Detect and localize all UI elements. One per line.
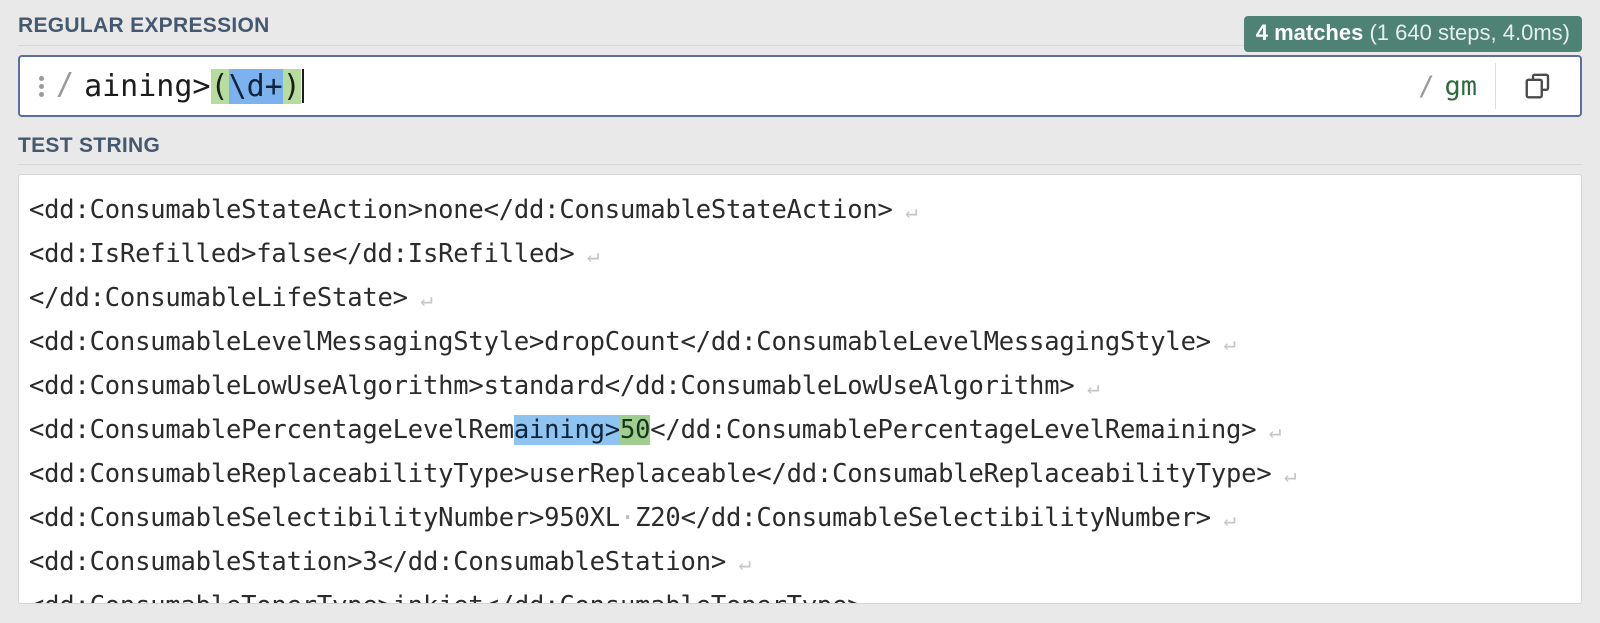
code-segment-plain: <dd:ConsumablePercentageLevelRem: [29, 415, 514, 445]
test-string-line: <dd:ConsumableStation>3</dd:ConsumableSt…: [29, 541, 1571, 585]
code-segment-plain: </dd:ConsumableLifeState>: [29, 283, 408, 313]
code-segment-plain: <dd:ConsumableLowUseAlgorithm>standard</…: [29, 371, 1075, 401]
test-string-section-header: TEST STRING: [18, 117, 1582, 165]
test-string-line: <dd:ConsumableLowUseAlgorithm>standard</…: [29, 365, 1571, 409]
code-segment-plain: <dd:ConsumableTonerType>inkjet</dd:Consu…: [29, 591, 863, 603]
copy-icon: [1523, 71, 1553, 101]
test-string-line: <dd:ConsumableStateAction>none</dd:Consu…: [29, 189, 1571, 233]
regex-token-char-class: \d+: [228, 68, 283, 104]
code-segment-plain: <dd:ConsumableStation>3</dd:ConsumableSt…: [29, 547, 727, 577]
newline-glyph: ↵: [574, 243, 600, 267]
test-string-line: <dd:ConsumableReplaceabilityType>userRep…: [29, 453, 1571, 497]
code-segment-plain: </dd:ConsumablePercentageLevelRemaining>: [650, 415, 1257, 445]
newline-glyph: ↵: [1210, 331, 1236, 355]
regex-flags[interactable]: gm: [1444, 71, 1477, 102]
regex-token-literal: aining>: [84, 68, 211, 104]
code-segment-plain: <dd:ConsumableSelectibilityNumber>950XL: [29, 503, 620, 533]
test-string-line: </dd:ConsumableLifeState> ↵: [29, 277, 1571, 321]
regex-input[interactable]: aining>(\d+): [74, 57, 1418, 115]
code-segment-plain: <dd:ConsumableStateAction>none</dd:Consu…: [29, 195, 893, 225]
code-segment-plain: Z20</dd:ConsumableSelectibilityNumber>: [635, 503, 1211, 533]
regex-bar-left: /: [20, 57, 74, 115]
code-segment-plain: <dd:ConsumableReplaceabilityType>userRep…: [29, 459, 1272, 489]
code-segment-group: 50: [619, 415, 651, 445]
test-string-section-title: TEST STRING: [18, 134, 161, 157]
newline-glyph: ↵: [407, 287, 433, 311]
regex-token-group-open: (: [210, 68, 229, 104]
regex-token-group-close: ): [282, 68, 301, 104]
newline-glyph: ↵: [726, 551, 751, 575]
regex-bar-right: / gm: [1418, 57, 1495, 115]
newline-glyph: ↵: [1210, 507, 1236, 531]
match-status-badge: 4 matches (1 640 steps, 4.0ms): [1243, 16, 1582, 52]
regex-input-bar[interactable]: / aining>(\d+) / gm: [18, 55, 1582, 117]
copy-regex-button[interactable]: [1496, 57, 1580, 115]
code-segment-match: aining>: [513, 415, 620, 445]
test-string-line: <dd:ConsumableSelectibilityNumber>950XL·…: [29, 497, 1571, 541]
newline-glyph: ↵: [1256, 419, 1282, 443]
regex-close-delimiter: /: [1418, 70, 1435, 102]
newline-glyph: ↵: [1271, 463, 1297, 487]
code-segment-space: ·: [619, 503, 636, 533]
newline-glyph: ↵: [1074, 375, 1100, 399]
regex-section-title: REGULAR EXPRESSION: [18, 14, 270, 37]
test-header-divider: [18, 164, 1582, 165]
regex-open-delimiter: /: [56, 66, 75, 102]
code-segment-plain: <dd:IsRefilled>false</dd:IsRefilled>: [29, 239, 575, 269]
test-string-line: <dd:IsRefilled>false</dd:IsRefilled> ↵: [29, 233, 1571, 277]
code-segment-plain: <dd:ConsumableLevelMessagingStyle>dropCo…: [29, 327, 1211, 357]
newline-glyph: ↵: [862, 595, 888, 603]
text-caret: [301, 69, 304, 103]
regex-tester-app: REGULAR EXPRESSION 4 matches (1 640 step…: [0, 0, 1600, 623]
test-string-content[interactable]: <dd:ConsumableStateAction>none</dd:Consu…: [29, 189, 1571, 603]
test-string-editor[interactable]: <dd:ConsumableStateAction>none</dd:Consu…: [18, 174, 1582, 604]
kebab-menu-icon[interactable]: [34, 75, 48, 97]
test-string-line: <dd:ConsumablePercentageLevelRemaining>5…: [29, 409, 1571, 453]
match-count-label: 4 matches: [1255, 20, 1364, 45]
test-string-line: <dd:ConsumableTonerType>inkjet</dd:Consu…: [29, 585, 1571, 603]
match-meta-label: (1 640 steps, 4.0ms): [1363, 20, 1570, 45]
newline-glyph: ↵: [892, 199, 918, 223]
test-string-line: <dd:ConsumableLevelMessagingStyle>dropCo…: [29, 321, 1571, 365]
